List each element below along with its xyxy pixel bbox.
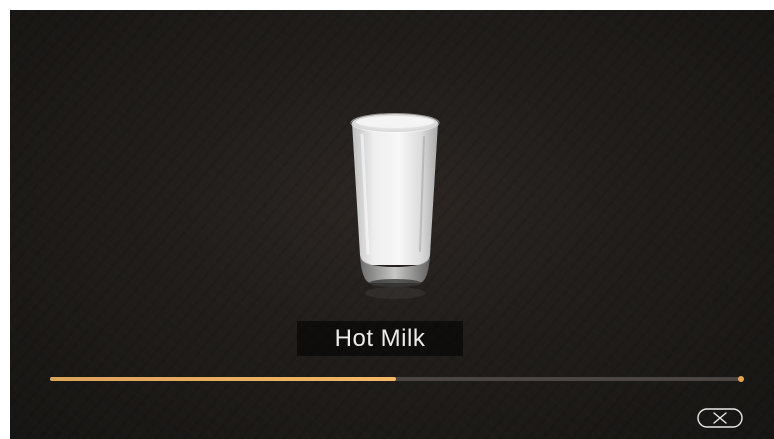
product-name: Hot Milk [297,321,463,356]
progress-end-marker [738,376,744,382]
milk-glass-image [340,105,450,305]
brewing-progress-fill [50,377,396,381]
brewing-screen: Hot Milk [10,10,774,439]
brewing-progress-bar [50,376,744,382]
cancel-button[interactable] [697,408,743,428]
milk-glass-icon [350,113,440,299]
close-icon [697,408,743,428]
